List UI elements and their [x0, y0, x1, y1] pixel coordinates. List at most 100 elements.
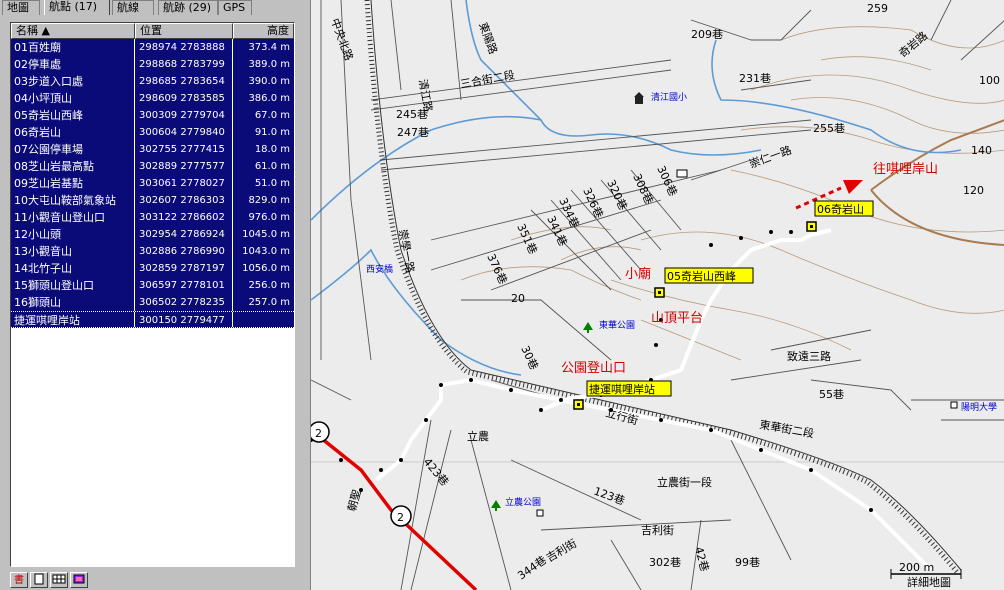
list-item[interactable]: 14北竹子山 302859 2787197 1056.0 m	[11, 260, 294, 277]
waypoint-position: 303061 2778027	[135, 175, 233, 192]
route-2-shield-partial: 2	[311, 421, 330, 443]
list-item[interactable]: 03步道入口處 298685 2783654 390.0 m	[11, 73, 294, 90]
label-chongren1: 崇仁一路	[748, 144, 794, 171]
waypoint-position: 300604 2779840	[135, 124, 233, 141]
waypoint-altitude: 389.0 m	[248, 59, 290, 70]
waypoint-altitude: 829.0 m	[248, 195, 290, 206]
list-item[interactable]: 12小山頭 302954 2786924 1045.0 m	[11, 226, 294, 243]
waypoint-name: 07公園停車場	[11, 141, 135, 158]
label-351: 351巷	[514, 222, 539, 256]
list-item[interactable]: 10大屯山鞍部氣象站 302607 2786303 829.0 m	[11, 192, 294, 209]
tab-map[interactable]: 地圖	[2, 0, 40, 15]
waypoint-name: 02停車處	[11, 56, 135, 73]
label-zhongyang: 中央北路	[328, 17, 355, 63]
tab-routes[interactable]: 航線	[112, 0, 154, 15]
tool-color-icon[interactable]	[70, 572, 88, 588]
waypoint-position: 298685 2783654	[135, 73, 233, 90]
waypoint-position: 302755 2777415	[135, 141, 233, 158]
label-chaoyuan: 朝聖	[345, 488, 363, 513]
label-320: 320巷	[604, 178, 629, 212]
waypoint-altitude: 1045.0 m	[242, 229, 290, 240]
waypoint-position: 300150 2779477	[135, 312, 233, 327]
label-school: 清江國小	[651, 91, 687, 103]
poi-markers	[491, 92, 958, 517]
waypoint-name: 16獅頭山	[11, 294, 135, 311]
waypoint-06[interactable]: 06奇岩山	[806, 200, 874, 232]
list-item[interactable]: 13小觀音山 302886 2786990 1043.0 m	[11, 243, 294, 260]
label-231: 231巷	[739, 72, 771, 85]
route-2-shield: 2	[390, 505, 412, 527]
svg-text:捷運唭哩岸站: 捷運唭哩岸站	[589, 382, 655, 396]
waypoint-name: 08芝山岩最高點	[11, 158, 135, 175]
building-icon	[950, 401, 958, 409]
map-canvas[interactable]: 06奇岩山 05奇岩山西峰 捷運唭哩岸站 往唭哩岸山 小廟 山頂平台 公園登山口…	[311, 0, 1004, 590]
label-20: 20	[511, 292, 525, 305]
label-123: 123巷	[592, 485, 627, 508]
list-item[interactable]: 06奇岩山 300604 2779840 91.0 m	[11, 124, 294, 141]
svg-text:05奇岩山西峰: 05奇岩山西峰	[667, 269, 736, 283]
tab-gps[interactable]: GPS	[218, 0, 252, 15]
waypoint-altitude: 1043.0 m	[242, 246, 290, 257]
waypoint-position: 302886 2786990	[135, 243, 233, 260]
svg-text:2: 2	[397, 511, 404, 524]
panel-tabs: 地圖 航點 (17) 航線 航跡 (29) GPS	[0, 0, 298, 15]
waypoint-position: 298868 2783799	[135, 56, 233, 73]
waypoint-altitude: 18.0 m	[254, 144, 290, 155]
list-item[interactable]: 04小坪頂山 298609 2783585 386.0 m	[11, 90, 294, 107]
waypoint-name: 11小觀音山登山口	[11, 209, 135, 226]
svg-text:2: 2	[315, 427, 322, 440]
map-scrollbar-placeholder	[991, 0, 1004, 590]
column-header-altitude[interactable]: 高度	[233, 23, 294, 39]
waypoint-name: 捷運唭哩岸站	[11, 312, 135, 327]
list-item[interactable]: 11小觀音山登山口 303122 2786602 976.0 m	[11, 209, 294, 226]
waypoint-altitude: 976.0 m	[248, 212, 290, 223]
list-item[interactable]: 捷運唭哩岸站 300150 2779477	[11, 311, 294, 328]
label-jili: 吉利街	[641, 523, 674, 537]
list-item[interactable]: 02停車處 298868 2783799 389.0 m	[11, 56, 294, 73]
park-tree-icon	[491, 500, 501, 511]
label-donghua2: 東華街二段	[758, 417, 815, 440]
tab-waypoints[interactable]: 航點 (17)	[44, 0, 110, 15]
list-item[interactable]: 16獅頭山 306502 2778235 257.0 m	[11, 294, 294, 311]
annotation-to-qilian: 往唭哩岸山	[873, 162, 938, 177]
list-item[interactable]: 05奇岩山西峰 300309 2779704 67.0 m	[11, 107, 294, 124]
list-item[interactable]: 08芝山岩最高點 302889 2777577 61.0 m	[11, 158, 294, 175]
waypoint-list[interactable]: 名稱 ▲ 位置 高度 01百姓廟 298974 2783888 373.4 m 02停…	[10, 22, 295, 567]
label-376: 376巷	[484, 252, 509, 286]
label-259: 259	[867, 2, 888, 15]
detail-map-label: 詳細地圖	[907, 575, 951, 589]
label-lixing: 立行街	[604, 405, 639, 427]
waypoint-altitude: 256.0 m	[248, 280, 290, 291]
label-sanhe: 三合街二段	[459, 68, 516, 91]
label-423: 423巷	[421, 456, 452, 489]
list-item[interactable]: 07公園停車場 302755 2777415 18.0 m	[11, 141, 294, 158]
school-icon	[634, 92, 644, 104]
waypoint-altitude: 67.0 m	[254, 110, 290, 121]
label-120: 120	[963, 184, 984, 197]
forest-boundary	[870, 119, 1004, 246]
waypoint-altitude: 91.0 m	[254, 127, 290, 138]
waypoint-altitude: 390.0 m	[248, 76, 290, 87]
tool-page-icon[interactable]	[30, 572, 48, 588]
list-item[interactable]: 09芝山岩基點 303061 2778027 51.0 m	[11, 175, 294, 192]
list-item[interactable]: 15獅頭山登山口 306597 2778101 256.0 m	[11, 277, 294, 294]
list-item[interactable]: 01百姓廟 298974 2783888 373.4 m	[11, 39, 294, 56]
tool-grid-icon[interactable]	[50, 572, 68, 588]
label-100: 100	[979, 74, 1000, 87]
column-header-position[interactable]: 位置	[135, 23, 233, 39]
list-header: 名稱 ▲ 位置 高度	[11, 23, 294, 39]
tool-book-icon[interactable]: 書	[10, 572, 28, 588]
waypoint-position: 302889 2777577	[135, 158, 233, 175]
annotation-xiaomiao: 小廟	[625, 266, 651, 282]
map-view[interactable]: 06奇岩山 05奇岩山西峰 捷運唭哩岸站 往唭哩岸山 小廟 山頂平台 公園登山口…	[310, 0, 1004, 590]
waypoint-name: 06奇岩山	[11, 124, 135, 141]
waypoint-name: 14北竹子山	[11, 260, 135, 277]
column-header-name[interactable]: 名稱 ▲	[11, 23, 135, 39]
sort-asc-icon: ▲	[41, 24, 50, 37]
tab-tracks[interactable]: 航跡 (29)	[158, 0, 218, 15]
label-209: 209巷	[691, 28, 723, 41]
waypoint-05[interactable]: 05奇岩山西峰	[654, 267, 754, 298]
waypoint-panel: 地圖 航點 (17) 航線 航跡 (29) GPS 名稱 ▲ 位置 高度 01百…	[0, 0, 298, 590]
label-park2: 立農公園	[505, 496, 541, 508]
waypoint-altitude: 257.0 m	[248, 297, 290, 308]
